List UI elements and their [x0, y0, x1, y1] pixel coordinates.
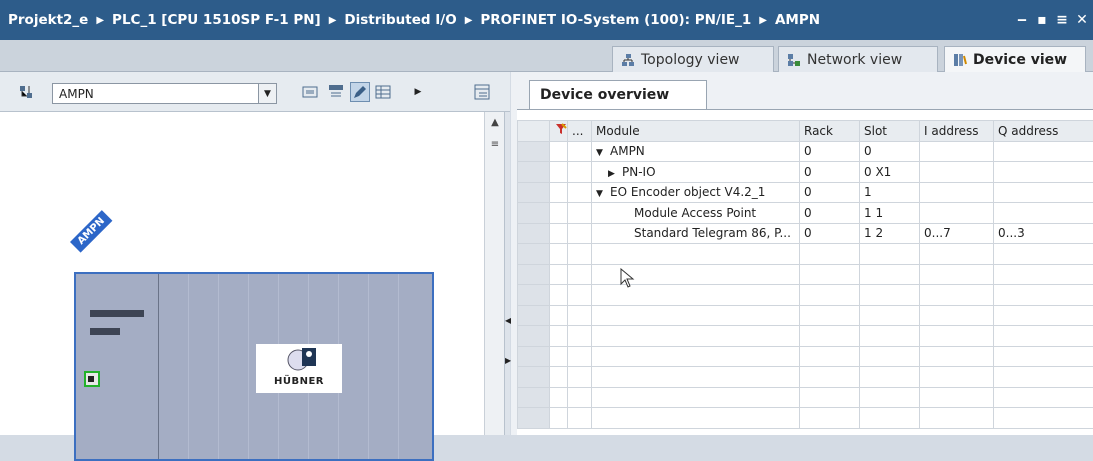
vendor-logo: HÜBNER [256, 344, 342, 393]
float-icon[interactable]: ▪ [1035, 12, 1049, 28]
cell-q[interactable]: 0...3 [994, 223, 1093, 244]
status-bar [90, 328, 120, 335]
cell-rack[interactable]: 0 [800, 141, 860, 162]
show-name-icon[interactable] [326, 82, 346, 102]
more-icon[interactable]: ▶ [412, 82, 424, 102]
breadcrumb-sep-icon: ▶ [329, 15, 337, 26]
canvas-scrollbar[interactable]: ▲ ≡ [484, 112, 504, 435]
device-overview-pane: Device overview ... Module Rack Slot I a… [511, 72, 1093, 435]
grid-icon[interactable] [373, 82, 393, 102]
cell-i[interactable] [920, 203, 994, 224]
column-header-q-address[interactable]: Q address [994, 121, 1093, 142]
table-row-empty[interactable] [518, 264, 1093, 285]
cell-rack[interactable]: 0 [800, 162, 860, 183]
device-graphic-pane: AMPN ▼ ▶ AMPN [0, 72, 510, 435]
breadcrumb-sep-icon: ▶ [96, 15, 104, 26]
maximize-icon[interactable]: ≡ [1055, 12, 1069, 28]
scroll-grip-icon[interactable]: ≡ [487, 136, 503, 152]
table-header-row: ... Module Rack Slot I address Q address [518, 121, 1093, 142]
breadcrumb-sep-icon: ▶ [759, 15, 767, 26]
minimize-icon[interactable]: ‒ [1015, 12, 1029, 28]
expanded-icon[interactable]: ▼ [596, 148, 610, 158]
device-overview-table: ... Module Rack Slot I address Q address… [517, 109, 1093, 435]
cell-q[interactable] [994, 141, 1093, 162]
table-row-empty[interactable] [518, 346, 1093, 367]
cell-i[interactable] [920, 182, 994, 203]
device-icon [953, 53, 967, 67]
table-row-empty[interactable] [518, 305, 1093, 326]
mouse-cursor-icon [620, 268, 636, 288]
tab-device-overview[interactable]: Device overview [529, 80, 707, 109]
tab-topology-view[interactable]: Topology view [612, 46, 774, 72]
table-row[interactable]: ▼AMPN00 [518, 141, 1093, 162]
table-row-empty[interactable] [518, 285, 1093, 306]
table-row-empty[interactable] [518, 326, 1093, 347]
device-select-dropdown[interactable]: AMPN ▼ [52, 83, 277, 104]
chevron-down-icon[interactable]: ▼ [258, 84, 276, 103]
breadcrumb-device[interactable]: AMPN [775, 12, 820, 28]
tab-network-view[interactable]: Network view [778, 46, 938, 72]
table-row[interactable]: ▶PN-IO00 X1 [518, 162, 1093, 183]
cell-module[interactable]: Module Access Point [592, 203, 800, 224]
head-module-divider [158, 274, 159, 459]
breadcrumb-project[interactable]: Projekt2_e [8, 12, 88, 28]
cell-slot[interactable]: 0 X1 [860, 162, 920, 183]
cell-q[interactable] [994, 203, 1093, 224]
table-row-empty[interactable] [518, 367, 1093, 388]
table-row-empty[interactable] [518, 244, 1093, 265]
topology-icon [621, 53, 635, 67]
pane-splitter[interactable]: ◀ ▶ [504, 112, 510, 435]
table-row-empty[interactable] [518, 408, 1093, 429]
swap-icon[interactable] [300, 82, 320, 102]
cell-module[interactable]: ▶PN-IO [592, 162, 800, 183]
column-header-rack[interactable]: Rack [800, 121, 860, 142]
scroll-up-icon[interactable]: ▲ [487, 114, 503, 130]
cell-i[interactable]: 0...7 [920, 223, 994, 244]
panel-icon[interactable] [472, 82, 492, 102]
title-bar: Projekt2_e ▶ PLC_1 [CPU 1510SP F-1 PN] ▶… [0, 0, 1093, 40]
column-header-module[interactable]: Module [592, 121, 800, 142]
cell-module[interactable]: ▼AMPN [592, 141, 800, 162]
table-row[interactable]: Standard Telegram 86, P...01 20...70...3 [518, 223, 1093, 244]
cell-module[interactable]: Standard Telegram 86, P... [592, 223, 800, 244]
device-module[interactable]: HÜBNER [74, 272, 434, 461]
breadcrumb-io-system[interactable]: PROFINET IO-System (100): PN/IE_1 [480, 12, 751, 28]
table-row[interactable]: ▼EO Encoder object V4.2_101 [518, 182, 1093, 203]
status-bar [90, 310, 144, 317]
column-header-more[interactable]: ... [568, 121, 592, 142]
breadcrumb-distributed-io[interactable]: Distributed I/O [344, 12, 456, 28]
table-row-empty[interactable] [518, 387, 1093, 408]
expanded-icon[interactable]: ▼ [596, 189, 610, 199]
close-icon[interactable]: ✕ [1075, 12, 1089, 28]
device-toolbar: AMPN ▼ ▶ [0, 72, 510, 112]
cell-slot[interactable]: 1 [860, 182, 920, 203]
collapsed-icon[interactable]: ▶ [608, 169, 622, 179]
view-tab-bar: Topology view Network view Device view [0, 40, 1093, 72]
cell-rack[interactable]: 0 [800, 223, 860, 244]
device-tree-icon[interactable] [16, 82, 36, 102]
cell-rack[interactable]: 0 [800, 182, 860, 203]
network-icon [787, 53, 801, 67]
cell-q[interactable] [994, 182, 1093, 203]
cell-i[interactable] [920, 162, 994, 183]
pen-icon[interactable] [350, 82, 370, 102]
cell-slot[interactable]: 1 2 [860, 223, 920, 244]
device-name-label: AMPN [70, 210, 113, 253]
profinet-port-icon[interactable] [84, 371, 100, 387]
device-canvas[interactable]: AMPN HÜBNER [0, 112, 484, 435]
column-header-slot[interactable]: Slot [860, 121, 920, 142]
cell-i[interactable] [920, 141, 994, 162]
table-row[interactable]: Module Access Point01 1 [518, 203, 1093, 224]
cell-slot[interactable]: 1 1 [860, 203, 920, 224]
cell-rack[interactable]: 0 [800, 203, 860, 224]
cell-slot[interactable]: 0 [860, 141, 920, 162]
cell-q[interactable] [994, 162, 1093, 183]
breadcrumb-sep-icon: ▶ [465, 15, 473, 26]
column-filter-icon[interactable] [550, 121, 568, 142]
column-header-i-address[interactable]: I address [920, 121, 994, 142]
cell-module[interactable]: ▼EO Encoder object V4.2_1 [592, 182, 800, 203]
tab-device-view[interactable]: Device view [944, 46, 1086, 73]
breadcrumb-plc[interactable]: PLC_1 [CPU 1510SP F-1 PN] [112, 12, 321, 28]
